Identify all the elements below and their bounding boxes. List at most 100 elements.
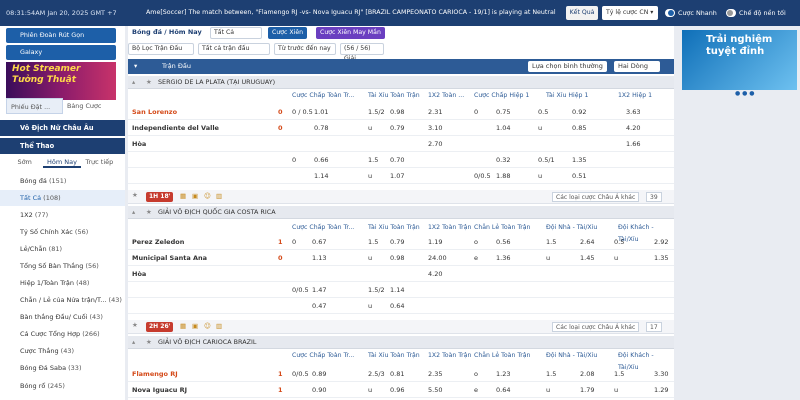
smile-icon[interactable]: ☺ xyxy=(204,192,211,200)
sport-menu-item[interactable]: Tất Cả (108) xyxy=(0,190,125,206)
odds-cell[interactable]: 1.19 xyxy=(428,234,442,250)
odds-cell[interactable]: 1.36 xyxy=(496,250,510,266)
odds-cell[interactable]: 1.5 xyxy=(368,234,378,250)
odds-cell[interactable]: 2.70 xyxy=(428,136,442,152)
odds-cell[interactable]: 1.23 xyxy=(496,366,510,382)
chart-icon[interactable]: ▥ xyxy=(216,192,222,200)
odds-cell[interactable]: 0.5 xyxy=(614,234,624,250)
sport-menu-item[interactable]: 1X2 (77) xyxy=(0,207,125,223)
odds-cell[interactable]: 1.5 xyxy=(546,234,556,250)
video-icon[interactable]: ▣ xyxy=(192,192,198,200)
collapse-icon[interactable]: ▴ xyxy=(132,206,135,219)
lucky-parlay-button[interactable]: Cược Xiên May Mắn xyxy=(316,27,385,39)
odds-cell[interactable]: 0.96 xyxy=(390,382,404,398)
promo-link-2[interactable]: Galaxy xyxy=(6,45,116,60)
star-icon[interactable]: ★ xyxy=(146,76,152,89)
odds-cell[interactable]: 0.64 xyxy=(390,298,404,314)
odds-cell[interactable]: 3.30 xyxy=(654,366,668,382)
sport-menu-item[interactable]: Tỷ Số Chính Xác (56) xyxy=(0,224,125,240)
star-icon[interactable]: ★ xyxy=(132,321,138,329)
star-icon[interactable]: ★ xyxy=(132,191,138,199)
odds-cell[interactable]: 0.79 xyxy=(390,120,404,136)
odds-cell[interactable]: 0.75 xyxy=(496,104,510,120)
promo-link-1[interactable]: Phiên Đoàn Rút Gọn xyxy=(6,28,116,43)
odds-cell[interactable]: 2.08 xyxy=(580,366,594,382)
league-header[interactable]: ★ ▴ GIẢI VÔ ĐỊCH QUỐC GIA COSTA RICA xyxy=(128,206,674,219)
sport-menu-item[interactable]: Bàn thắng Đầu/ Cuối (43) xyxy=(0,309,125,325)
odds-cell[interactable]: 0.66 xyxy=(314,152,328,168)
smile-icon[interactable]: ☺ xyxy=(204,322,211,330)
odds-cell[interactable]: 1.14 xyxy=(314,168,328,184)
odds-cell[interactable]: 0.98 xyxy=(390,104,404,120)
odds-cell[interactable]: 1.5 xyxy=(368,152,378,168)
sport-menu-item[interactable]: Cá Cược Tổng Hợp (266) xyxy=(0,326,125,342)
odds-cell[interactable]: 0.98 xyxy=(390,250,404,266)
section-sports[interactable]: Thể Thao xyxy=(0,138,125,154)
odds-cell[interactable]: 0.47 xyxy=(312,298,326,314)
odds-cell[interactable]: 2.35 xyxy=(428,366,442,382)
odds-cell[interactable]: 0.67 xyxy=(312,234,326,250)
star-icon[interactable]: ★ xyxy=(146,206,152,219)
more-count-select[interactable]: 39 xyxy=(646,192,662,202)
odds-cell[interactable]: 1.07 xyxy=(390,168,404,184)
odds-cell[interactable]: 1.35 xyxy=(654,250,668,266)
section-euro-women[interactable]: Vô Địch Nữ Châu Âu xyxy=(0,120,125,136)
sort-select[interactable]: Lựa chọn bình thường xyxy=(528,61,607,72)
sport-menu-item[interactable]: Lẻ/Chẵn (81) xyxy=(0,241,125,257)
odds-cell[interactable]: 4.20 xyxy=(428,266,442,282)
stats-icon[interactable]: ▦ xyxy=(180,322,186,330)
league-header[interactable]: ★ ▴ SERGIO DE LA PLATA (TẠI URUGUAY) xyxy=(128,76,674,89)
odds-cell[interactable]: 1.5 xyxy=(546,366,556,382)
sport-menu-item[interactable]: Cược Thắng (43) xyxy=(0,343,125,359)
sport-menu-item[interactable]: Chẵn / Lẻ của Nửa trận/T... (43) xyxy=(0,292,125,308)
view-select[interactable]: Hai Dòng xyxy=(614,61,660,72)
odds-cell[interactable]: 0.70 xyxy=(390,152,404,168)
odds-cell[interactable]: 0.79 xyxy=(390,234,404,250)
odds-cell[interactable]: 0.5 xyxy=(538,104,548,120)
parlay-button[interactable]: Cược Xiên xyxy=(268,27,308,39)
odds-cell[interactable]: 4.20 xyxy=(626,120,640,136)
odds-cell[interactable]: 3.10 xyxy=(428,120,442,136)
odds-cell[interactable]: 1.01 xyxy=(314,104,328,120)
filter-all-select[interactable]: Tất Cả xyxy=(210,27,262,39)
odds-cell[interactable]: 0.81 xyxy=(390,366,404,382)
match-filter-select[interactable]: Bộ Lọc Trận Đấu xyxy=(128,43,194,55)
sport-menu-item[interactable]: Bóng đá (151) xyxy=(0,173,125,189)
streamer-banner[interactable]: Hot Streamer Tưởng Thuật xyxy=(6,62,116,100)
odds-cell[interactable]: 1.5 xyxy=(614,366,624,382)
odds-cell[interactable]: 1.04 xyxy=(496,120,510,136)
collapse-icon[interactable]: ▾ xyxy=(134,59,137,74)
tab-bet-slip[interactable]: Phiếu Đặt ... xyxy=(6,98,63,114)
odds-cell[interactable]: 1.14 xyxy=(390,282,404,298)
odds-cell[interactable]: 0.78 xyxy=(314,120,328,136)
odds-cell[interactable]: 0.64 xyxy=(496,382,510,398)
other-bets-select[interactable]: Các loại cược Châu Á khác xyxy=(552,322,640,332)
odds-cell[interactable]: 5.50 xyxy=(428,382,442,398)
odds-cell[interactable]: 1.88 xyxy=(496,168,510,184)
odds-cell[interactable]: 24.00 xyxy=(428,250,447,266)
odds-type-select[interactable]: Tỷ lệ cược CN ▾ xyxy=(602,6,658,20)
odds-cell[interactable]: 0.85 xyxy=(572,120,586,136)
dark-mode-toggle[interactable] xyxy=(726,9,736,17)
odds-cell[interactable]: 1.35 xyxy=(572,152,586,168)
league-select[interactable]: (56 / 56) Giải xyxy=(340,43,384,62)
odds-cell[interactable]: 0.90 xyxy=(312,382,326,398)
tab-today[interactable]: Hôm Nay xyxy=(43,156,81,168)
odds-cell[interactable]: 1.29 xyxy=(654,382,668,398)
odds-cell[interactable]: 0.32 xyxy=(496,152,510,168)
video-icon[interactable]: ▣ xyxy=(192,322,198,330)
sport-menu-item[interactable]: Bóng Đá Saba (33) xyxy=(0,360,125,376)
tab-live[interactable]: Trực tiếp xyxy=(81,156,118,168)
odds-cell[interactable]: 1.47 xyxy=(312,282,326,298)
odds-cell[interactable]: 0.92 xyxy=(572,104,586,120)
promo-ad[interactable]: Trải nghiệm tuyệt đỉnh xyxy=(682,30,797,90)
odds-cell[interactable]: 2.92 xyxy=(654,234,668,250)
stats-icon[interactable]: ▦ xyxy=(180,192,186,200)
tab-early[interactable]: Sớm xyxy=(6,156,43,168)
all-matches-select[interactable]: Tất cả trận đấu xyxy=(198,43,270,55)
tab-bet-list[interactable]: Bảng Cược xyxy=(63,98,118,114)
league-header[interactable]: ★ ▴ GIẢI VÔ ĐỊCH CARIOCA BRAZIL xyxy=(128,336,674,349)
chart-icon[interactable]: ▥ xyxy=(216,322,222,330)
date-select[interactable]: Từ trước đến nay xyxy=(274,43,336,55)
other-bets-select[interactable]: Các loại cược Châu Á khác xyxy=(552,192,640,202)
